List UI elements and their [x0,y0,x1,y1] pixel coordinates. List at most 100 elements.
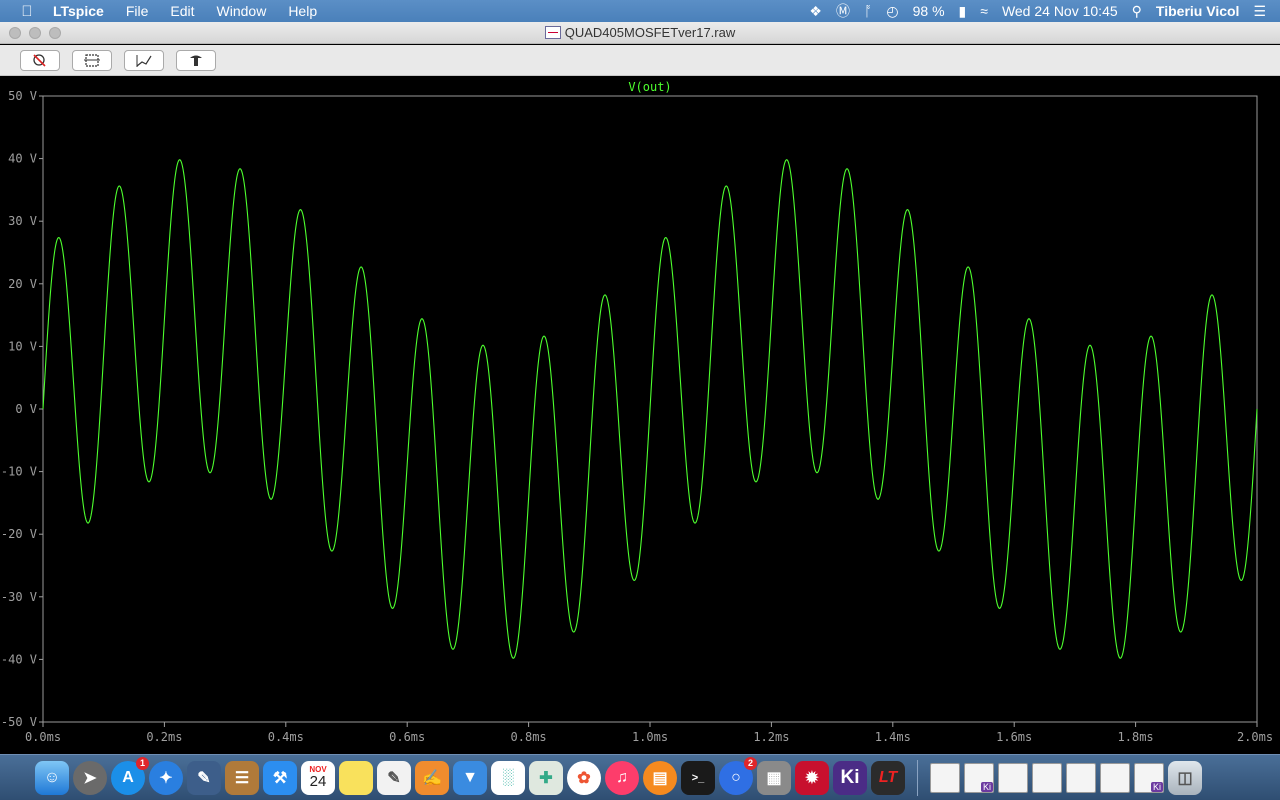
x-tick-label: 2.0ms [1237,730,1273,744]
y-tick-label: 50 V [8,89,37,103]
dock-document-6[interactable] [1100,762,1130,793]
apple-icon[interactable]:  [12,3,42,20]
signal-badge: 2 [744,756,757,770]
x-tick-label: 1.6ms [996,730,1032,744]
autorange-button[interactable] [124,49,164,71]
menu-app-name[interactable]: LTspice [42,3,115,19]
dock-document-4[interactable] [1032,762,1062,793]
calculator-icon[interactable]: ▦ [757,760,791,795]
notes-icon[interactable] [339,760,373,795]
zoom-area-button[interactable] [72,49,112,71]
acrobat-icon[interactable]: ✹ [795,760,829,795]
signal-icon[interactable]: ○ 2 [719,756,757,795]
close-window-button[interactable] [9,27,21,39]
numbers-icon[interactable]: ░ [491,760,525,795]
notification-center-icon[interactable]: ☰ [1253,0,1266,22]
zoom-cancel-button[interactable] [20,49,60,71]
zoom-area-icon [84,53,100,67]
launchpad-icon[interactable]: ➤ [73,760,107,795]
kicad-icon[interactable]: Ki [833,760,867,795]
ltspice-icon[interactable]: LT [871,760,905,795]
dock: ☺ ➤ A1 ✦ ✎ ☰ ⚒ NOV 24 ✎ ✍ ▼ ░ ✚ ✿ ♫ ▤ >_ … [0,754,1280,800]
zoom-cancel-icon [33,53,46,67]
status-area: ❖ Ⓜ ᚩ ◴ 98 % ▮ ≈ Wed 24 Nov 10:45 ⚲ Tibe… [809,0,1280,22]
menu-edit[interactable]: Edit [159,3,205,19]
window-controls [9,27,61,39]
y-tick-label: -10 V [1,465,37,479]
y-tick-label: 10 V [8,339,37,353]
toolbar [0,45,1280,76]
spotlight-search-icon[interactable]: ⚲ [1132,0,1142,22]
itunes-icon[interactable]: ♫ [605,760,639,795]
x-tick-label: 0.8ms [511,730,547,744]
window-title-text: QUAD405MOSFETver17.raw [564,25,736,40]
x-tick-label: 1.8ms [1118,730,1154,744]
x-tick-label: 1.0ms [632,730,668,744]
menu-window[interactable]: Window [206,3,278,19]
time-machine-icon[interactable]: ◴ [886,0,898,22]
menu-help[interactable]: Help [277,3,328,19]
y-tick-label: -20 V [1,527,37,541]
dock-document-1[interactable] [930,762,960,793]
y-tick-label: -40 V [1,652,37,666]
calendar-icon[interactable]: NOV 24 [301,760,335,795]
finder-icon[interactable]: ☺ [35,760,69,795]
clock[interactable]: Wed 24 Nov 10:45 [1002,3,1118,19]
pan-icon [190,55,202,66]
x-tick-label: 0.0ms [25,730,61,744]
m-app-icon[interactable]: Ⓜ [836,0,850,22]
safari-icon[interactable]: ✦ [149,760,183,795]
window-titlebar: QUAD405MOSFETver17.raw [0,22,1280,44]
menu-bar:  LTspice File Edit Window Help ❖ Ⓜ ᚩ ◴ … [0,0,1280,22]
x-tick-label: 1.2ms [753,730,789,744]
kicad-doc-badge-2: Ki [1150,781,1163,792]
kicad-doc-badge: Ki [980,781,993,792]
terminal-icon[interactable]: >_ [681,760,715,795]
y-axis: 50 V 40 V 30 V 20 V 10 V 0 V -10 V -20 V -30 V -4… [1,89,43,729]
pages-icon[interactable]: ✍ [415,760,449,795]
y-tick-label: -50 V [1,715,37,729]
app-store-badge: 1 [136,756,149,770]
waveform-chart[interactable]: V(out) 50 V 40 V 30 V 20 V 10 V 0 V -10 V -20 V… [0,76,1280,754]
wifi-icon[interactable]: ≈ [980,0,988,22]
y-tick-label: 0 V [15,402,37,416]
dock-document-2[interactable]: Ki [964,762,994,793]
maps-icon[interactable]: ✚ [529,760,563,795]
dock-document-7[interactable]: Ki [1134,762,1164,793]
trace-line[interactable] [42,159,1258,659]
calendar-day: 24 [309,773,327,790]
app-store-icon[interactable]: A1 [111,756,149,795]
photos-icon[interactable]: ✿ [567,760,601,795]
dropbox-icon[interactable]: ❖ [809,0,822,22]
x-tick-label: 0.4ms [268,730,304,744]
dock-document-3[interactable] [998,762,1028,793]
y-tick-label: -30 V [1,590,37,604]
contacts-icon[interactable]: ☰ [225,760,259,795]
y-tick-label: 20 V [8,277,37,291]
window-title: QUAD405MOSFETver17.raw [544,25,736,40]
minimize-window-button[interactable] [29,27,41,39]
bluetooth-icon[interactable]: ᚩ [864,0,872,22]
x-axis: 0.0ms 0.2ms 0.4ms 0.6ms 0.8ms 1.0ms 1.2ms 1.4ms… [25,722,1273,744]
menu-file[interactable]: File [115,3,160,19]
y-tick-label: 30 V [8,214,37,228]
waveform-file-icon [544,26,561,39]
waveform-plot[interactable]: V(out) 50 V 40 V 30 V 20 V 10 V 0 V -10 V -20 V… [0,76,1280,754]
x-tick-label: 1.4ms [875,730,911,744]
battery-percent[interactable]: 98 % [913,3,945,19]
user-name[interactable]: Tiberiu Vicol [1156,3,1240,19]
dock-separator [917,759,918,796]
books-icon[interactable]: ▤ [643,760,677,795]
preview-icon[interactable]: ✎ [187,760,221,795]
battery-icon[interactable]: ▮ [959,0,967,22]
dock-document-5[interactable] [1066,762,1096,793]
x-tick-label: 0.2ms [146,730,182,744]
trash-icon[interactable]: ◫ [1168,760,1202,795]
keynote-icon[interactable]: ▼ [453,760,487,795]
trace-label[interactable]: V(out) [628,80,671,94]
xcode-icon[interactable]: ⚒ [263,760,297,795]
pan-button[interactable] [176,49,216,71]
y-tick-label: 40 V [8,152,37,166]
zoom-window-button[interactable] [49,27,61,39]
textedit-icon[interactable]: ✎ [377,760,411,795]
